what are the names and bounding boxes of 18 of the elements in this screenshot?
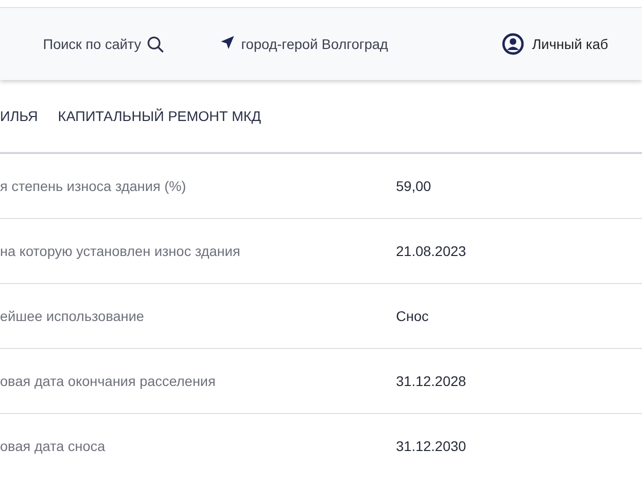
field-value: Снос xyxy=(396,308,429,324)
city-link[interactable]: город-герой Волгоград xyxy=(241,36,388,52)
field-label: овая дата сноса xyxy=(0,438,106,454)
field-label: ейшее использование xyxy=(0,308,146,324)
field-value: 31.12.2028 xyxy=(396,373,466,389)
location-arrow-icon xyxy=(221,36,234,49)
account-link[interactable]: Личный каб xyxy=(532,36,608,52)
search-icon[interactable] xyxy=(147,36,164,52)
nav-link[interactable]: КАПИТАЛЬНЫЙ РЕМОНТ МКД xyxy=(58,108,262,124)
field-label: на которую установлен износ здания xyxy=(0,243,242,259)
field-label: овая дата окончания расселения xyxy=(0,373,217,389)
nav-link[interactable]: ИЛЬЯ xyxy=(0,108,38,124)
field-value: 31.12.2030 xyxy=(396,438,466,454)
user-icon[interactable] xyxy=(502,33,524,55)
field-label: я степень износа здания (%) xyxy=(0,178,188,194)
field-value: 59,00 xyxy=(396,178,432,194)
search-button[interactable]: Поиск по сайту xyxy=(43,36,142,52)
field-value: 21.08.2023 xyxy=(396,243,466,259)
